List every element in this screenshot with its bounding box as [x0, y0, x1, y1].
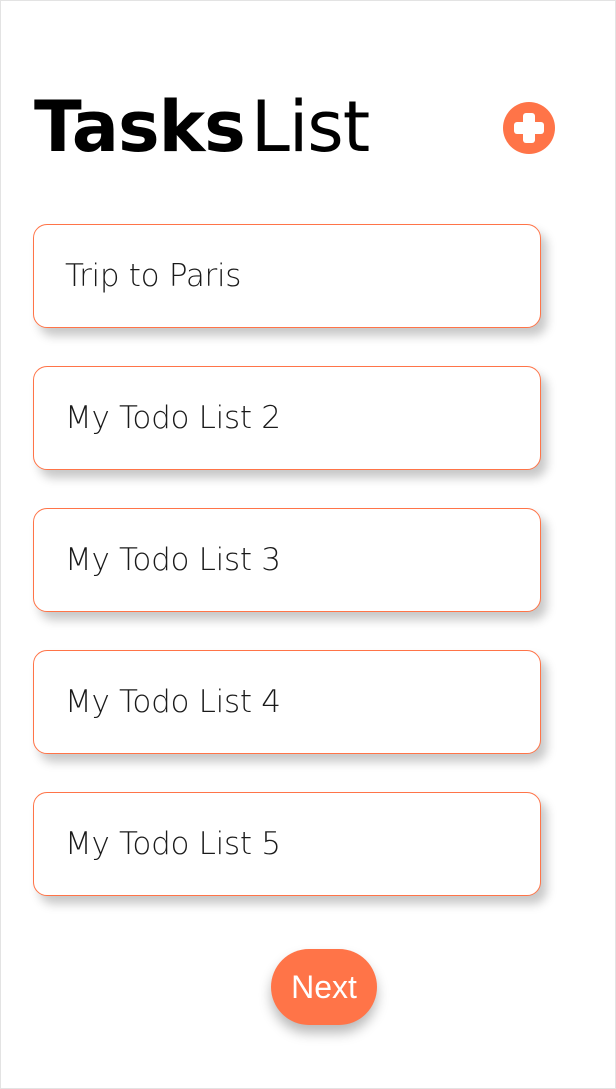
list-item-label: My Todo List 2	[65, 400, 281, 436]
task-lists: Trip to Paris My Todo List 2 My Todo Lis…	[33, 224, 541, 934]
page-title: TasksList	[34, 85, 370, 169]
list-item[interactable]: My Todo List 4	[33, 650, 541, 754]
plus-icon-vertical-bar	[523, 113, 535, 143]
page-title-bold: Tasks	[34, 86, 246, 168]
list-item[interactable]: My Todo List 5	[33, 792, 541, 896]
add-list-button[interactable]	[503, 102, 555, 154]
list-item-label: My Todo List 4	[65, 684, 281, 720]
app-screen: TasksList Trip to Paris My Todo List 2 M…	[0, 0, 616, 1089]
page-title-light: List	[250, 86, 370, 168]
list-item[interactable]: My Todo List 3	[33, 508, 541, 612]
list-item-label: My Todo List 3	[65, 542, 281, 578]
list-item-label: My Todo List 5	[65, 826, 281, 862]
list-item-label: Trip to Paris	[65, 258, 242, 294]
list-item[interactable]: My Todo List 2	[33, 366, 541, 470]
next-button[interactable]: Next	[271, 949, 377, 1025]
list-item[interactable]: Trip to Paris	[33, 224, 541, 328]
